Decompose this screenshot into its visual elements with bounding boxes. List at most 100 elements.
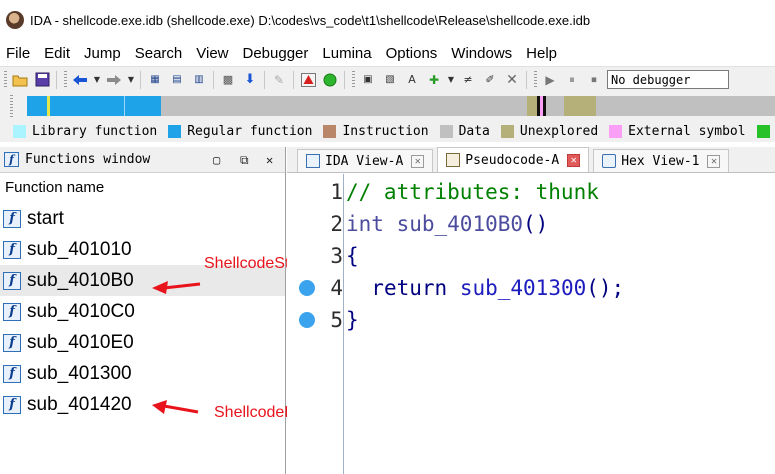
- function-name-column-header[interactable]: Function name: [0, 173, 285, 203]
- code-line[interactable]: 3 {: [287, 240, 775, 272]
- menu-edit[interactable]: Edit: [37, 45, 77, 62]
- code-text[interactable]: {: [346, 244, 359, 268]
- code-icon[interactable]: ▣: [358, 70, 378, 90]
- line-number: 1: [330, 180, 343, 204]
- function-row[interactable]: f sub_401300: [0, 358, 285, 389]
- add-struct-icon[interactable]: ✚: [424, 70, 444, 90]
- down-arrow-icon[interactable]: ⬇: [240, 70, 260, 90]
- function-row[interactable]: f sub_4010C0: [0, 296, 285, 327]
- string-icon[interactable]: A: [402, 70, 422, 90]
- legend-swatch: [756, 124, 770, 138]
- legend-data: Data: [439, 124, 490, 139]
- function-name: sub_4010B0: [27, 269, 134, 291]
- window-title: IDA - shellcode.exe.idb (shellcode.exe) …: [30, 12, 591, 28]
- toolbar-grip[interactable]: [534, 70, 537, 89]
- menu-jump[interactable]: Jump: [77, 45, 128, 62]
- legend-swatch: [323, 124, 337, 138]
- toolbar-grip[interactable]: [64, 70, 67, 89]
- jump-list-icon[interactable]: ▩: [218, 70, 238, 90]
- function-icon: f: [3, 302, 21, 321]
- chevron-down-icon[interactable]: ▼: [92, 70, 102, 90]
- function-name: sub_4010C0: [27, 300, 135, 322]
- tab-pseudocode-a[interactable]: Pseudocode-A ✕: [437, 147, 590, 172]
- debugger-select[interactable]: No debugger: [607, 70, 729, 89]
- function-icon: f: [4, 152, 19, 167]
- line-number: 3: [330, 244, 343, 268]
- chevron-down-icon[interactable]: ▼: [126, 70, 136, 90]
- green-circle-icon[interactable]: [320, 70, 340, 90]
- code-comment: // attributes: thunk: [346, 180, 599, 204]
- tab-hex-view-1[interactable]: Hex View-1 ✕: [593, 149, 730, 172]
- navigation-strip[interactable]: [27, 96, 775, 116]
- code-callee-name[interactable]: sub_401300: [460, 276, 586, 300]
- text-search-icon[interactable]: ▤: [167, 70, 187, 90]
- toolbar-separator: [213, 70, 214, 89]
- code-function-name[interactable]: sub_4010B0: [397, 212, 523, 236]
- function-name: sub_4010E0: [27, 331, 134, 353]
- menu-help[interactable]: Help: [519, 45, 564, 62]
- pause-icon[interactable]: ⏸: [562, 70, 582, 90]
- stop-icon[interactable]: ⏹: [584, 70, 604, 90]
- code-text[interactable]: }: [346, 308, 359, 332]
- open-folder-icon[interactable]: [10, 70, 30, 90]
- breakpoint-icon[interactable]: [299, 312, 315, 328]
- function-name: start: [27, 207, 64, 229]
- undefine-icon[interactable]: ✕: [502, 70, 522, 90]
- functions-window-header: f Functions window ▢ ⧉ ✕: [0, 147, 285, 173]
- forward-arrow-icon[interactable]: [104, 70, 124, 90]
- nav-segment-regular: [27, 96, 47, 116]
- back-arrow-icon[interactable]: [70, 70, 90, 90]
- float-pane-icon[interactable]: ⧉: [240, 153, 249, 168]
- tab-label: Hex View-1: [621, 153, 700, 169]
- menu-debugger[interactable]: Debugger: [236, 45, 316, 62]
- pseudocode-view-icon: [446, 153, 461, 167]
- data-icon[interactable]: ▧: [380, 70, 400, 90]
- chevron-down-icon[interactable]: ▼: [446, 70, 456, 90]
- immediate-search-icon[interactable]: ▥: [189, 70, 209, 90]
- code-text[interactable]: return sub_401300();: [346, 276, 624, 300]
- close-icon[interactable]: ✕: [411, 154, 425, 168]
- toolbar-separator: [264, 70, 265, 89]
- navigation-grip[interactable]: [10, 95, 13, 117]
- line-number: 5: [330, 308, 343, 332]
- function-icon: f: [3, 240, 21, 259]
- pseudocode-view[interactable]: 1 // attributes: thunk 2 int sub_4010B0(…: [287, 174, 775, 474]
- function-icon: f: [3, 395, 21, 414]
- legend-swatch: [439, 124, 453, 138]
- code-text[interactable]: // attributes: thunk: [346, 180, 599, 204]
- code-line[interactable]: 1 // attributes: thunk: [287, 176, 775, 208]
- tab-label: IDA View-A: [325, 153, 404, 169]
- disassembly-view-icon: [306, 154, 320, 168]
- breakpoint-icon[interactable]: [299, 280, 315, 296]
- menu-file[interactable]: File: [0, 45, 37, 62]
- minimize-pane-icon[interactable]: ▢: [213, 153, 220, 167]
- code-line[interactable]: 2 int sub_4010B0(): [287, 208, 775, 240]
- save-icon[interactable]: [32, 70, 52, 90]
- menu-windows[interactable]: Windows: [444, 45, 519, 62]
- menu-lumina[interactable]: Lumina: [315, 45, 378, 62]
- menu-options[interactable]: Options: [379, 45, 445, 62]
- nav-segment-regular: [50, 96, 124, 116]
- legend-library-function: Library function: [13, 124, 157, 139]
- code-line[interactable]: 5 }: [287, 304, 775, 336]
- close-icon[interactable]: ✕: [266, 153, 273, 167]
- close-icon[interactable]: ✕: [567, 153, 581, 167]
- menu-view[interactable]: View: [189, 45, 235, 62]
- warning-icon[interactable]: [298, 70, 318, 90]
- toolbar-grip[interactable]: [352, 70, 355, 89]
- close-icon[interactable]: ✕: [707, 154, 721, 168]
- function-row[interactable]: f start: [0, 203, 285, 234]
- function-row[interactable]: f sub_4010E0: [0, 327, 285, 358]
- tab-ida-view-a[interactable]: IDA View-A ✕: [297, 149, 434, 172]
- binary-search-icon[interactable]: ▦: [145, 70, 165, 90]
- legend-label: Regular function: [187, 123, 313, 139]
- disabled-tool-icon: ✎: [273, 72, 285, 87]
- menu-search[interactable]: Search: [128, 45, 190, 62]
- play-icon[interactable]: ▶: [540, 70, 560, 90]
- code-text[interactable]: int sub_4010B0(): [346, 212, 548, 236]
- legend-label: Instruction: [342, 123, 429, 139]
- toolbar-grip[interactable]: [4, 70, 7, 89]
- code-line[interactable]: 4 return sub_401300();: [287, 272, 775, 304]
- enum-icon[interactable]: ≠: [458, 70, 478, 90]
- edit-icon[interactable]: ✐: [480, 70, 500, 90]
